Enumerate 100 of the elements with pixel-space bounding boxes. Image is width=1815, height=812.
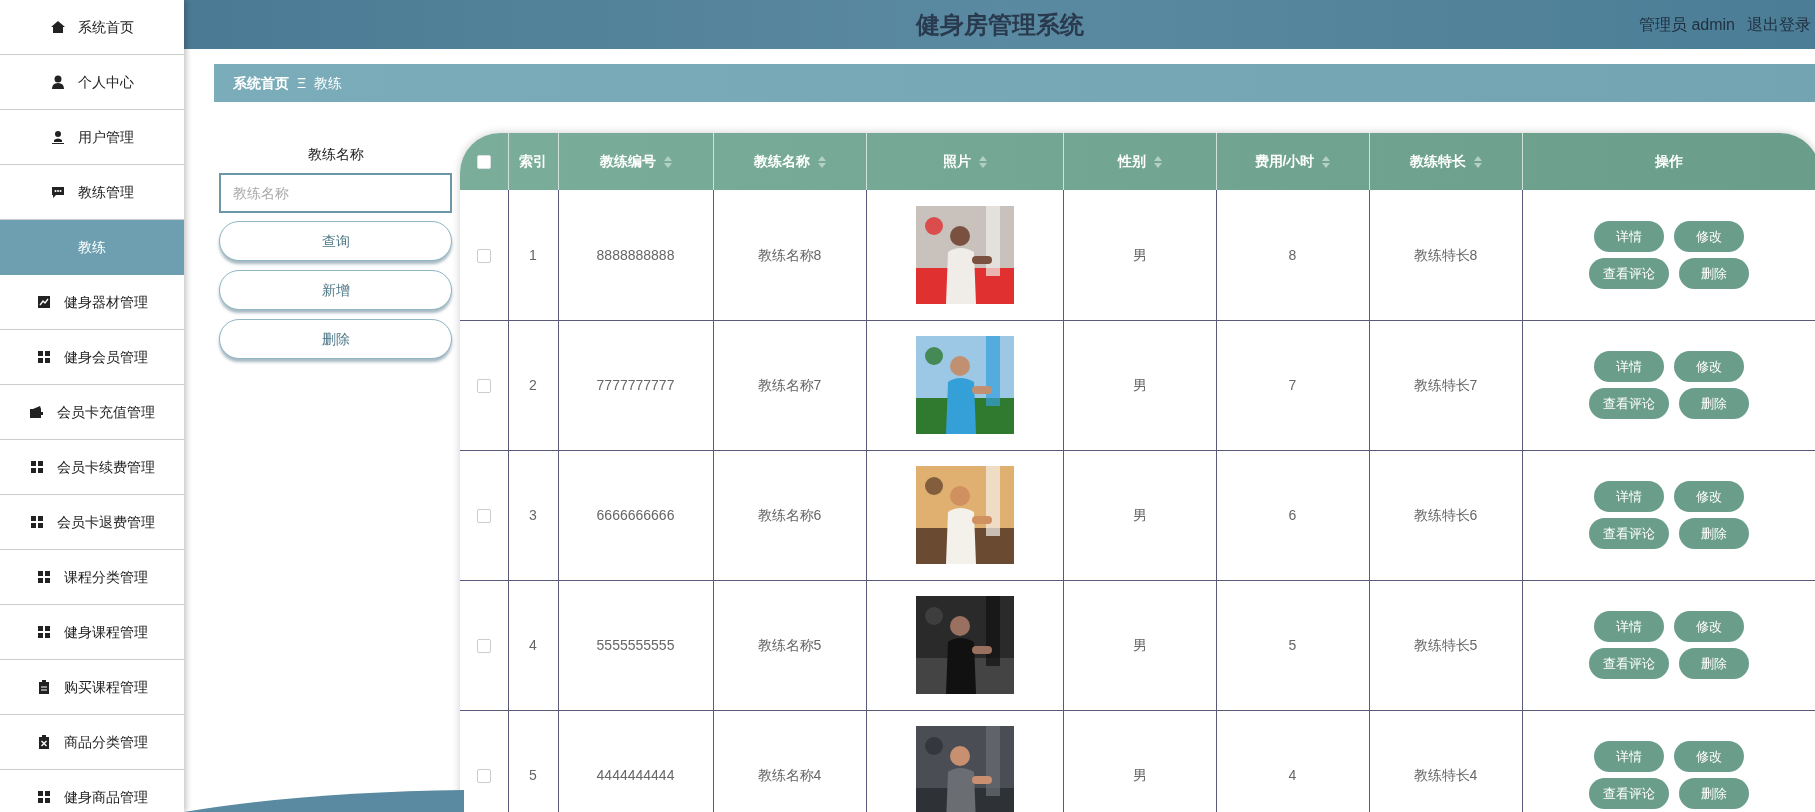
sidebar-item[interactable]: 会员卡续费管理 — [0, 440, 184, 495]
row-checkbox[interactable] — [476, 508, 491, 523]
search-button[interactable]: 查询 — [219, 221, 452, 261]
sidebar-item[interactable]: 系统首页 — [0, 0, 184, 55]
table-cell: 男 — [1132, 246, 1147, 263]
table-cell: 6 — [1288, 507, 1297, 523]
table-cell: 教练名称8 — [757, 246, 822, 263]
grid-icon — [29, 514, 45, 530]
comments-button[interactable]: 查看评论 — [1588, 518, 1669, 549]
sort-icon[interactable] — [663, 155, 672, 168]
table-cell: 教练名称6 — [757, 507, 822, 523]
sidebar-item[interactable]: 健身商品管理 — [0, 770, 184, 812]
sort-icon[interactable] — [1473, 155, 1482, 168]
table-cell: 5 — [1288, 637, 1297, 653]
sidebar-item[interactable]: 教练 — [0, 220, 184, 275]
user-label: 管理员 admin — [1638, 14, 1735, 35]
table-cell: 男 — [1132, 377, 1147, 393]
sidebar-item[interactable]: 会员卡充值管理 — [0, 385, 184, 440]
edit-button[interactable]: 修改 — [1673, 611, 1744, 642]
delete-button[interactable]: 删除 — [1678, 778, 1749, 809]
sidebar-item[interactable]: 个人中心 — [0, 55, 184, 110]
table-cell: 6666666666 — [596, 507, 675, 523]
row-checkbox[interactable] — [476, 638, 491, 653]
sort-icon[interactable] — [978, 155, 987, 168]
delete-button[interactable]: 删除 — [1678, 648, 1749, 679]
sidebar-item[interactable]: 健身器材管理 — [0, 275, 184, 330]
delete-button[interactable]: 删除 — [1678, 257, 1749, 289]
grid-icon — [36, 569, 52, 585]
comments-button[interactable]: 查看评论 — [1588, 388, 1669, 419]
sidebar-item[interactable]: 健身课程管理 — [0, 605, 184, 660]
row-checkbox[interactable] — [476, 768, 491, 783]
field-label: 教练名称 — [306, 145, 365, 164]
logout-link[interactable]: 退出登录 — [1747, 12, 1811, 37]
table-cell: 教练特长6 — [1413, 507, 1478, 523]
column-header[interactable]: 照片 — [942, 151, 971, 172]
column-header[interactable]: 性别 — [1117, 151, 1146, 172]
edit-button[interactable]: 修改 — [1673, 481, 1744, 512]
table-cell: 2 — [529, 377, 537, 393]
person-icon — [50, 74, 66, 90]
sort-icon[interactable] — [1153, 155, 1162, 168]
sidebar-item[interactable]: 购买课程管理 — [0, 660, 184, 715]
detail-button[interactable]: 详情 — [1593, 611, 1664, 642]
user-icon — [50, 129, 66, 145]
sidebar-item[interactable]: 会员卡退费管理 — [0, 495, 184, 550]
chat-icon — [50, 184, 66, 200]
grid-icon — [36, 789, 52, 805]
wallet-icon — [29, 404, 45, 420]
table-cell: 教练特长4 — [1413, 767, 1478, 783]
app-title: 健身房管理系统 — [915, 9, 1084, 40]
edit-button[interactable]: 修改 — [1673, 351, 1744, 382]
grid-icon — [29, 459, 45, 475]
select-all-checkbox[interactable] — [476, 155, 491, 170]
detail-button[interactable]: 详情 — [1593, 351, 1664, 382]
table-cell: 7777777777 — [596, 377, 675, 393]
table-cell: 5 — [529, 767, 537, 783]
row-checkbox[interactable] — [476, 248, 491, 263]
column-header[interactable]: 教练名称 — [753, 151, 810, 172]
table-cell: 教练特长8 — [1413, 246, 1478, 263]
detail-button[interactable]: 详情 — [1593, 741, 1664, 772]
table-cell: 8888888888 — [596, 246, 675, 263]
breadcrumb-link[interactable]: 系统首页 — [233, 72, 289, 94]
sidebar-item[interactable]: 教练管理 — [0, 165, 184, 220]
breadcrumb-link[interactable]: 教练 — [314, 72, 343, 94]
column-header[interactable]: 教练编号 — [599, 151, 656, 172]
sidebar-item[interactable]: 课程分类管理 — [0, 550, 184, 605]
comments-button[interactable]: 查看评论 — [1588, 648, 1669, 679]
column-header[interactable]: 索引 — [519, 151, 547, 172]
detail-button[interactable]: 详情 — [1593, 481, 1664, 512]
row-checkbox[interactable] — [476, 378, 491, 393]
breadcrumb-separator: Ξ — [297, 73, 307, 93]
table-cell: 3 — [529, 507, 537, 523]
table-cell: 7 — [1288, 377, 1297, 393]
comments-button[interactable]: 查看评论 — [1588, 778, 1669, 809]
delete-button[interactable]: 删除 — [1678, 518, 1749, 549]
chart-icon — [36, 294, 52, 310]
grid-icon — [36, 624, 52, 640]
detail-button[interactable]: 详情 — [1593, 220, 1664, 252]
table-cell: 男 — [1132, 507, 1147, 523]
column-header[interactable]: 费用/小时 — [1254, 151, 1315, 172]
grid-icon — [36, 349, 52, 365]
delete-button[interactable]: 删除 — [1678, 388, 1749, 419]
column-header[interactable]: 教练特长 — [1409, 151, 1466, 172]
sidebar-item[interactable]: 用户管理 — [0, 110, 184, 165]
home-icon — [50, 19, 66, 35]
table-cell: 8 — [1288, 246, 1297, 263]
edit-button[interactable]: 修改 — [1673, 741, 1744, 772]
edit-button[interactable]: 修改 — [1673, 220, 1744, 252]
sidebar-item[interactable]: 健身会员管理 — [0, 330, 184, 385]
sidebar-item[interactable]: 商品分类管理 — [0, 715, 184, 770]
search-field[interactable]: 教练名称 — [219, 173, 452, 213]
comments-button[interactable]: 查看评论 — [1588, 257, 1669, 289]
sort-icon[interactable] — [1322, 155, 1331, 168]
delete-button[interactable]: 删除 — [219, 319, 452, 359]
table-cell: 教练特长5 — [1413, 637, 1478, 653]
table-cell: 5555555555 — [596, 637, 675, 653]
table-cell: 4 — [1288, 767, 1297, 783]
sort-icon[interactable] — [817, 155, 826, 168]
add-button[interactable]: 新增 — [219, 270, 452, 310]
column-header[interactable]: 操作 — [1654, 151, 1683, 172]
table-cell: 1 — [529, 246, 537, 263]
